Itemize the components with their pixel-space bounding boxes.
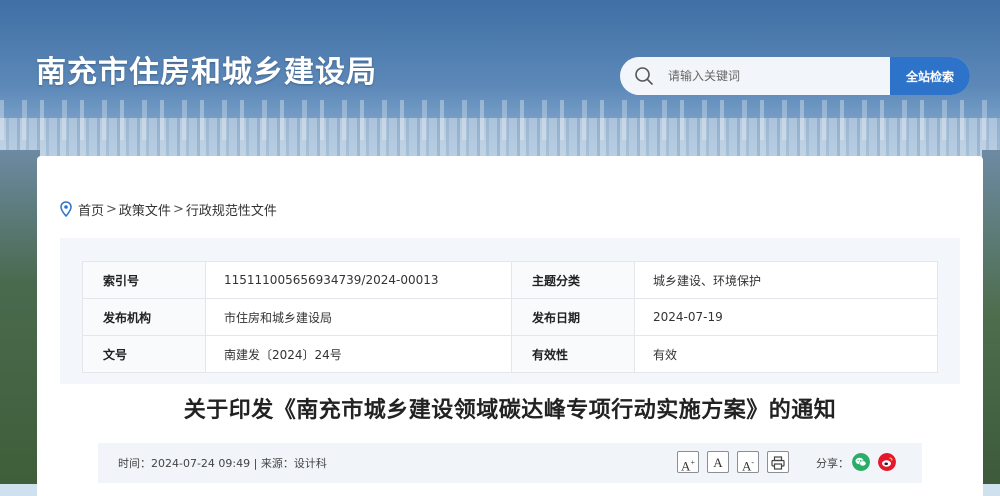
- font-size-small-button[interactable]: A-: [737, 451, 759, 473]
- site-search-button[interactable]: 全站检索: [890, 57, 970, 95]
- document-publish-info: 时间：2024-07-24 09:49 | 来源：设计科: [118, 457, 327, 470]
- breadcrumb: 首页 > 政策文件 > 行政规范性文件: [60, 199, 277, 219]
- meta-value: 2024-07-19: [634, 298, 938, 336]
- font-size-large-button[interactable]: A+: [677, 451, 699, 473]
- banner-greenery-left: [0, 150, 40, 484]
- meta-label: 索引号: [82, 261, 206, 299]
- breadcrumb-normative-documents[interactable]: 行政规范性文件: [186, 200, 277, 219]
- breadcrumb-policy-documents[interactable]: 政策文件: [119, 200, 171, 219]
- meta-value: 115111005656934739/2024-00013: [205, 261, 512, 299]
- breadcrumb-separator: >: [172, 201, 184, 217]
- location-pin-icon: [60, 201, 72, 217]
- search-input[interactable]: [668, 57, 883, 95]
- search-icon: [635, 67, 653, 85]
- meta-value: 南建发〔2024〕24号: [205, 335, 512, 373]
- wechat-icon[interactable]: [852, 453, 870, 471]
- meta-value: 城乡建设、环境保护: [634, 261, 938, 299]
- document-title: 关于印发《南充市城乡建设领域碳达峰专项行动实施方案》的通知: [183, 398, 837, 423]
- meta-label: 发布机构: [82, 298, 206, 336]
- site-title[interactable]: 南充市住房和城乡建设局: [36, 47, 377, 91]
- meta-label: 发布日期: [511, 298, 635, 336]
- weibo-icon[interactable]: [878, 453, 896, 471]
- table-row: 发布机构 市住房和城乡建设局 发布日期 2024-07-19: [82, 298, 938, 336]
- font-small-label: A: [741, 458, 752, 474]
- breadcrumb-home[interactable]: 首页: [78, 200, 104, 219]
- meta-label: 主题分类: [511, 261, 635, 299]
- meta-label: 文号: [82, 335, 206, 373]
- meta-label: 有效性: [511, 335, 635, 373]
- table-row: 索引号 115111005656934739/2024-00013 主题分类 城…: [82, 261, 938, 299]
- font-size-medium-button[interactable]: A: [707, 451, 729, 473]
- meta-value: 有效: [634, 335, 938, 373]
- share-label: 分享：: [816, 457, 849, 470]
- breadcrumb-separator: >: [106, 201, 117, 217]
- table-row: 文号 南建发〔2024〕24号 有效性 有效: [82, 335, 938, 373]
- banner-greenery-right: [982, 150, 1000, 484]
- print-icon: [771, 456, 785, 470]
- print-button[interactable]: [767, 451, 789, 473]
- document-meta-table: 索引号 115111005656934739/2024-00013 主题分类 城…: [82, 261, 938, 373]
- font-medium-label: A: [713, 455, 723, 470]
- meta-value: 市住房和城乡建设局: [205, 298, 512, 336]
